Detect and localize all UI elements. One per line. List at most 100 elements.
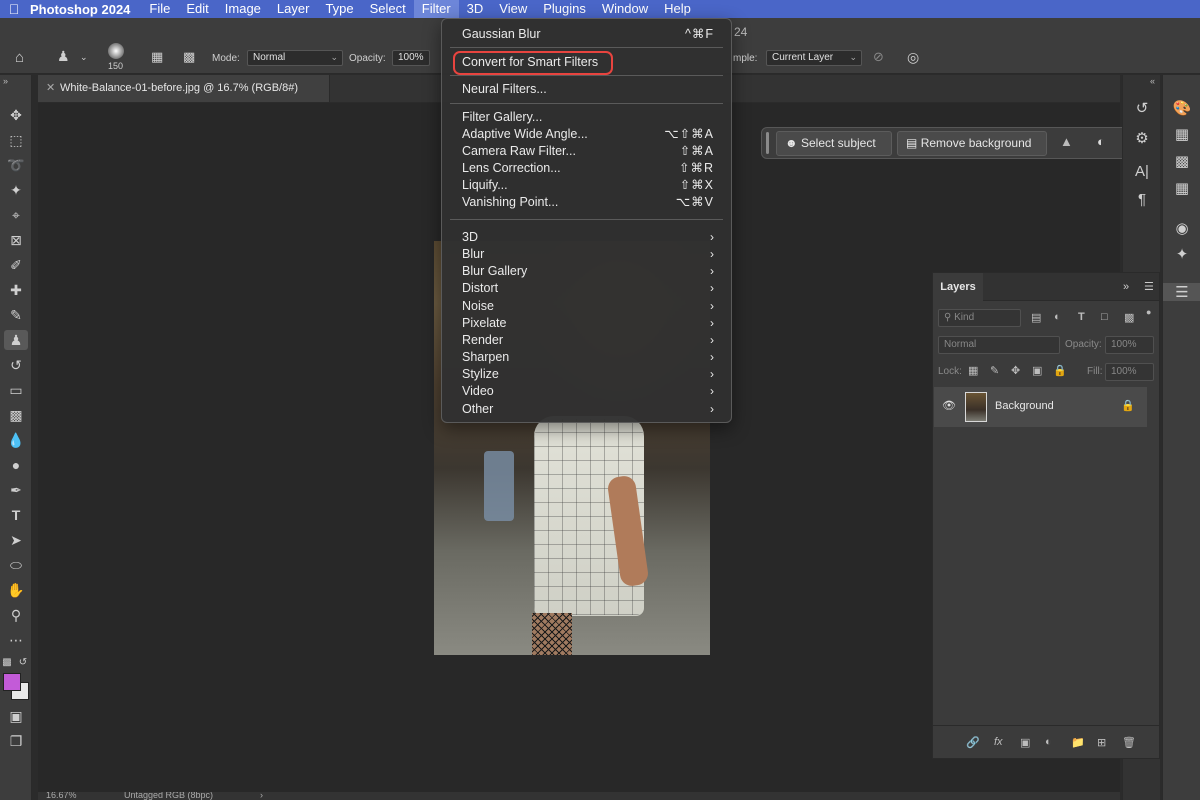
drag-handle[interactable] [766, 132, 769, 154]
crop-tool-icon[interactable]: ⌖ [4, 205, 28, 225]
eraser-tool-icon[interactable]: ▭ [4, 380, 28, 400]
menu-item-gaussian-blur[interactable]: Gaussian Blur ^⌘F [462, 26, 714, 43]
menu-item-pixelate[interactable]: Pixelate › [462, 315, 714, 332]
filter-type-icon[interactable]: T [1078, 311, 1085, 323]
menu-image[interactable]: Image [217, 0, 269, 18]
new-layer-icon[interactable]: ⊞ [1097, 736, 1106, 749]
clone-stamp-tool-icon[interactable]: ♟ [4, 330, 28, 350]
dodge-tool-icon[interactable]: ● [4, 455, 28, 475]
lock-artboard-icon[interactable]: ▣ [1032, 364, 1042, 377]
lock-position-icon[interactable]: ✥ [1011, 364, 1020, 377]
properties-icon[interactable]: ⚙ [1123, 129, 1161, 147]
lock-all-icon[interactable]: 🔒 [1053, 364, 1067, 377]
history-icon[interactable]: ↺ [1123, 99, 1161, 117]
marquee-tool-icon[interactable]: ⬚ [4, 130, 28, 150]
foreground-color-swatch[interactable] [3, 673, 21, 691]
add-mask-icon[interactable]: ▣ [1020, 736, 1030, 749]
new-group-icon[interactable]: 📁 [1071, 736, 1085, 749]
app-menu[interactable]: Photoshop 2024 [28, 2, 141, 17]
brush-preview-icon[interactable] [108, 43, 124, 59]
select-subject-button[interactable]: ☻ Select subject [776, 131, 892, 156]
eyedropper-tool-icon[interactable]: ✐ [4, 255, 28, 275]
type-tool-icon[interactable]: T [4, 505, 28, 525]
lasso-tool-icon[interactable]: ➰ [4, 155, 28, 175]
fx-icon[interactable]: fx [994, 736, 1003, 748]
layers-tab[interactable]: Layers [933, 273, 983, 301]
menu-file[interactable]: File [141, 0, 178, 18]
patterns-icon[interactable]: ▦ [1163, 179, 1200, 197]
menu-view[interactable]: View [491, 0, 535, 18]
panel-menu-icon[interactable]: ☰ [1144, 280, 1154, 293]
blend-mode-select[interactable]: Normal [938, 336, 1060, 354]
menu-item-sharpen[interactable]: Sharpen › [462, 349, 714, 366]
adjustment-layer-icon[interactable]: ◐ [1045, 736, 1052, 748]
menu-item-camera-raw-filter[interactable]: Camera Raw Filter... ⇧⌘A [462, 143, 714, 160]
swap-colors-icon[interactable]: ↺ [16, 653, 30, 673]
apple-icon[interactable]:  [0, 1, 28, 17]
brush-settings-icon[interactable]: ▦ [151, 49, 163, 65]
menu-layer[interactable]: Layer [269, 0, 318, 18]
menu-item-distort[interactable]: Distort › [462, 280, 714, 297]
adjustment-icon[interactable]: ◐ [1097, 134, 1105, 149]
brush-tool-icon[interactable]: ✎ [4, 305, 28, 325]
menu-item-blur-gallery[interactable]: Blur Gallery › [462, 263, 714, 280]
delete-layer-icon[interactable]: 🗑 [1122, 736, 1136, 749]
menu-select[interactable]: Select [362, 0, 414, 18]
libraries-icon[interactable]: ◉ [1163, 219, 1200, 237]
mode-select[interactable]: Normal ⌄ [247, 50, 343, 66]
path-selection-tool-icon[interactable]: ➤ [4, 530, 28, 550]
pressure-icon[interactable]: ◎ [907, 49, 919, 66]
menu-3d[interactable]: 3D [459, 0, 492, 18]
filter-pixel-icon[interactable]: ▤ [1031, 311, 1041, 324]
menu-item-noise[interactable]: Noise › [462, 298, 714, 315]
collapse-icon[interactable]: « [1150, 76, 1155, 86]
menu-item-liquify[interactable]: Liquify... ⇧⌘X [462, 177, 714, 194]
gradients-icon[interactable]: ▩ [1163, 152, 1200, 170]
link-layers-icon[interactable]: 🔗 [966, 736, 980, 749]
menu-help[interactable]: Help [656, 0, 699, 18]
lock-image-icon[interactable]: ✎ [990, 364, 999, 377]
color-icon[interactable]: 🎨 [1163, 99, 1200, 117]
zoom-tool-icon[interactable]: ⚲ [4, 605, 28, 625]
lock-transparent-icon[interactable]: ▦ [968, 364, 978, 377]
layer-fill-field[interactable]: 100% [1105, 363, 1154, 381]
filter-toggle-icon[interactable]: ● [1146, 307, 1151, 317]
zoom-level[interactable]: 16.67% [46, 792, 77, 800]
filter-smart-object-icon[interactable]: ▩ [1124, 311, 1134, 324]
opacity-field[interactable]: 100% [392, 50, 430, 66]
character-icon[interactable]: A| [1123, 163, 1161, 180]
filter-adjustment-icon[interactable]: ◐ [1054, 311, 1061, 323]
menu-item-video[interactable]: Video › [462, 383, 714, 400]
layer-opacity-field[interactable]: 100% [1105, 336, 1154, 354]
menu-item-blur[interactable]: Blur › [462, 246, 714, 263]
sample-select[interactable]: Current Layer ⌄ [766, 50, 862, 66]
clone-stamp-preset-icon[interactable]: ♟ [57, 48, 70, 65]
menu-item-stylize[interactable]: Stylize › [462, 366, 714, 383]
layers-icon[interactable]: ☰ [1163, 283, 1200, 301]
gradient-tool-icon[interactable]: ▩ [4, 405, 28, 425]
ignore-adjustment-icon[interactable]: ⊘ [873, 49, 884, 65]
pen-tool-icon[interactable]: ✒ [4, 480, 28, 500]
menu-edit[interactable]: Edit [178, 0, 216, 18]
remove-background-button[interactable]: ▤ Remove background [897, 131, 1047, 156]
swatches-icon[interactable]: ▦ [1163, 125, 1200, 143]
menu-item-3d[interactable]: 3D › [462, 229, 714, 246]
history-brush-tool-icon[interactable]: ↺ [4, 355, 28, 375]
clone-source-icon[interactable]: ▩ [183, 49, 195, 65]
paragraph-icon[interactable]: ¶ [1123, 191, 1161, 208]
menu-item-lens-correction[interactable]: Lens Correction... ⇧⌘R [462, 160, 714, 177]
menu-item-render[interactable]: Render › [462, 332, 714, 349]
menu-plugins[interactable]: Plugins [535, 0, 594, 18]
paths-icon[interactable]: ✦ [1163, 245, 1200, 263]
default-colors-icon[interactable]: ▩ [0, 653, 14, 673]
chevron-right-icon[interactable]: › [260, 792, 263, 800]
collapse-icon[interactable]: » [3, 76, 8, 86]
move-tool-icon[interactable]: ✥ [4, 105, 28, 125]
layer-row[interactable]: 👁 Background 🔒 [934, 387, 1147, 427]
magic-wand-tool-icon[interactable]: ✦ [4, 180, 28, 200]
quick-mask-icon[interactable]: ▣ [4, 706, 28, 726]
menu-item-filter-gallery[interactable]: Filter Gallery... [462, 109, 714, 126]
menu-item-adaptive-wide-angle[interactable]: Adaptive Wide Angle... ⌥⇧⌘A [462, 126, 714, 143]
document-tab[interactable]: ✕ White-Balance-01-before.jpg @ 16.7% (R… [38, 75, 330, 102]
menu-item-vanishing-point[interactable]: Vanishing Point... ⌥⌘V [462, 194, 714, 211]
